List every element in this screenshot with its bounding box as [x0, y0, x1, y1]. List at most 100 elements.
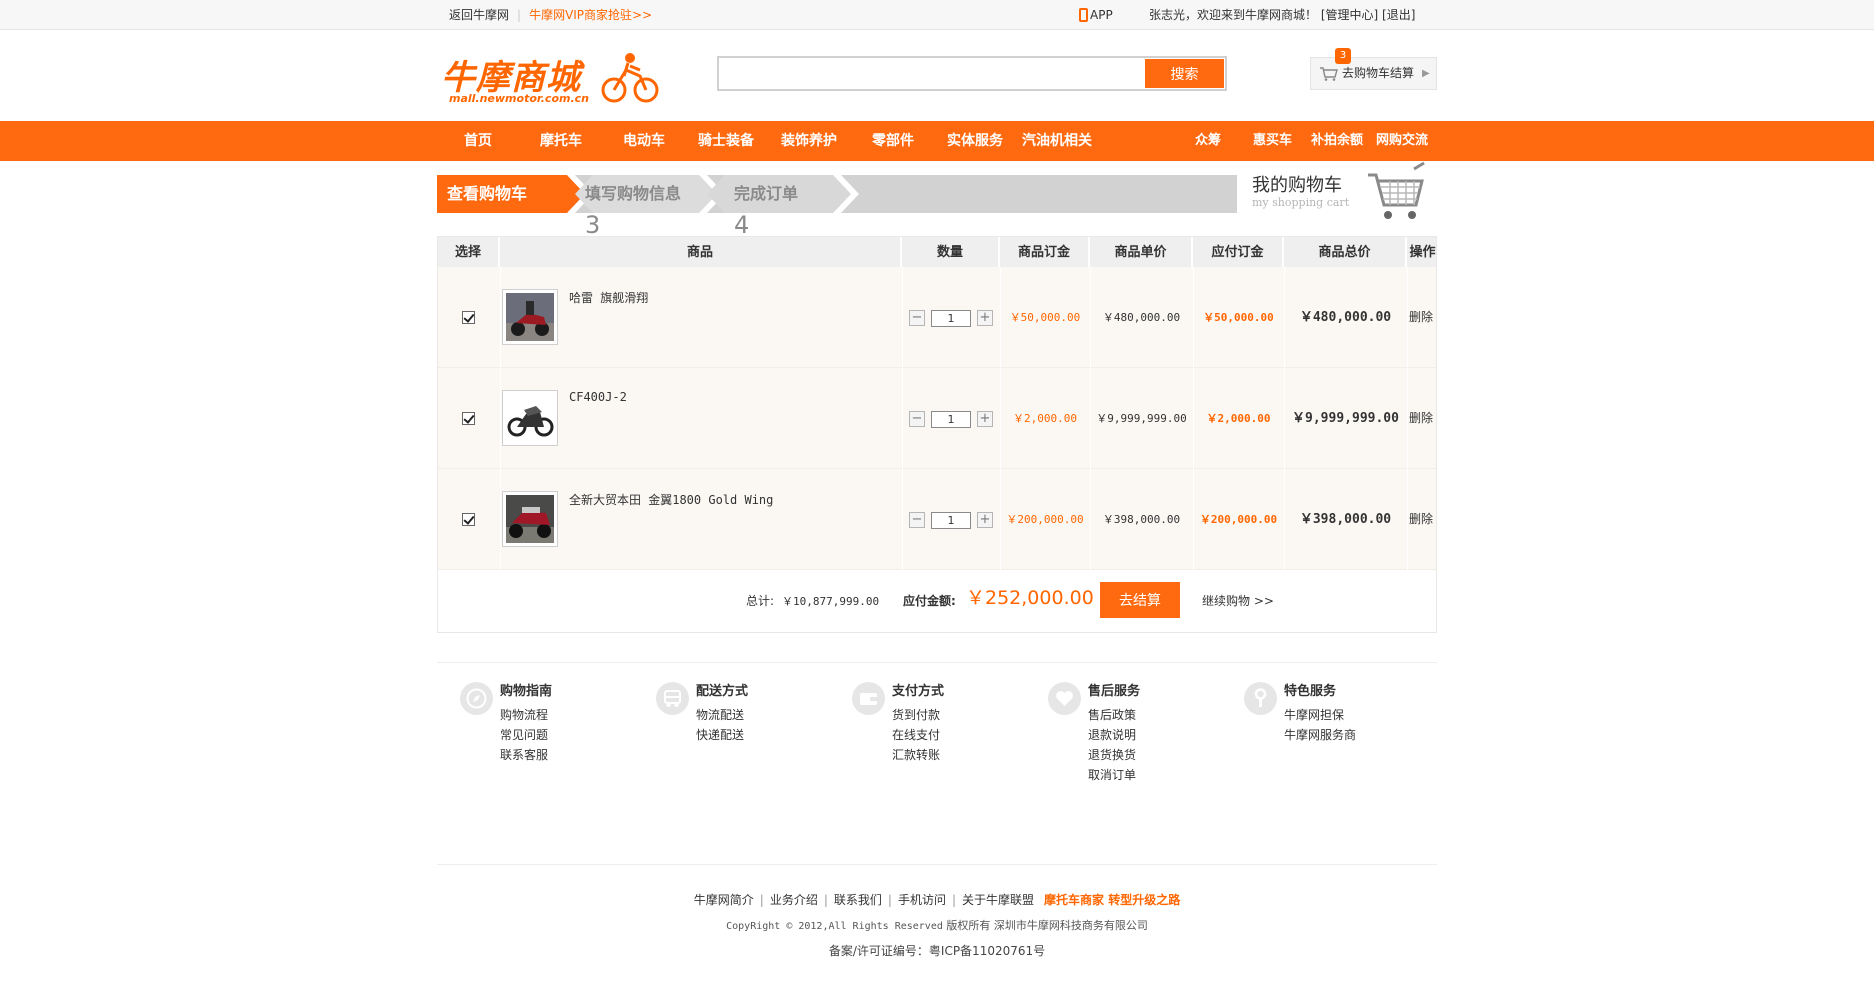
help-title: 购物指南: [500, 684, 553, 699]
increase-qty-button[interactable]: +: [977, 512, 993, 528]
logo-domain: mall.newmotor.com.cn: [449, 92, 589, 105]
help-link[interactable]: 牛摩网担保: [1284, 706, 1344, 723]
wallet-icon: [852, 682, 885, 715]
col-quantity: 数量: [902, 237, 1000, 268]
select-checkbox[interactable]: [462, 513, 475, 526]
total-amount: 总计: ￥10,877,999.00: [746, 594, 880, 608]
search-box: 搜索: [717, 56, 1227, 91]
help-link[interactable]: 牛摩网服务商: [1284, 726, 1356, 743]
footer-link-business[interactable]: 业务介绍: [770, 893, 818, 907]
product-thumbnail[interactable]: [502, 491, 558, 547]
footer-link-contact[interactable]: 联系我们: [834, 893, 882, 907]
cart-table: 选择 商品 数量 商品订金 商品单价 应付订金 商品总价 操作 哈雷 旗舰滑翔 …: [437, 236, 1437, 633]
continue-shopping-link[interactable]: 继续购物 >>: [1202, 592, 1274, 609]
divider: [437, 864, 1437, 865]
nav-item-decoration[interactable]: 装饰养护: [781, 121, 837, 161]
quantity-stepper: − 1 +: [909, 310, 994, 327]
divider: [437, 662, 1437, 663]
increase-qty-button[interactable]: +: [977, 411, 993, 427]
help-title: 特色服务: [1284, 684, 1337, 699]
decrease-qty-button[interactable]: −: [909, 411, 925, 427]
icp-license: 备案/许可证编号：粤ICP备11020761号: [828, 944, 1046, 958]
top-bar: 返回牛摩网 | 牛摩网VIP商家抢驻>> APP 张志光，欢迎来到牛摩网商城！ [管…: [0, 0, 1874, 30]
footer-link-mobile[interactable]: 手机访问: [898, 893, 946, 907]
app-link[interactable]: APP: [1079, 0, 1113, 30]
checkout-button[interactable]: 去结算: [1100, 582, 1180, 618]
delete-link[interactable]: 删除: [1409, 267, 1433, 368]
table-row: 全新大贸本田 金翼1800 Gold Wing − 1 + ￥200,000.0…: [438, 469, 1436, 570]
pay-deposit-value: ￥2,000.00: [1206, 412, 1271, 425]
footer-highlight-link[interactable]: 摩托车商家 转型升级之路: [1044, 893, 1180, 907]
delete-link[interactable]: 删除: [1409, 368, 1433, 469]
site-logo[interactable]: 牛摩商城 mall.newmotor.com.cn: [437, 46, 659, 108]
search-button[interactable]: 搜索: [1145, 59, 1224, 88]
nav-item-ebike[interactable]: 电动车: [623, 121, 665, 161]
help-link[interactable]: 快递配送: [696, 726, 744, 743]
help-title: 售后服务: [1088, 684, 1141, 699]
help-link[interactable]: 退货换货: [1088, 746, 1136, 763]
nav-item-parts[interactable]: 零部件: [872, 121, 914, 161]
go-to-cart-button[interactable]: 3 去购物车结算 ▶: [1310, 48, 1437, 90]
select-checkbox[interactable]: [462, 311, 475, 324]
pay-deposit-value: ￥200,000.00: [1199, 513, 1278, 526]
quantity-input[interactable]: 1: [931, 310, 971, 327]
nav-item-services[interactable]: 实体服务: [947, 121, 1003, 161]
help-link[interactable]: 汇款转账: [892, 746, 940, 763]
total-price-value: ￥9,999,999.00: [1292, 411, 1399, 426]
nav-item-rider-gear[interactable]: 骑士装备: [698, 121, 754, 161]
col-unit-price: 商品单价: [1090, 237, 1193, 268]
heart-icon: [1048, 682, 1081, 715]
nav-item-crowdfunding[interactable]: 众筹: [1195, 121, 1221, 161]
footer-link-alliance[interactable]: 关于牛摩联盟: [962, 893, 1034, 907]
col-pay-deposit: 应付订金: [1193, 237, 1284, 268]
wrench-icon: [1244, 682, 1277, 715]
quantity-input[interactable]: 1: [931, 411, 971, 428]
help-link[interactable]: 售后政策: [1088, 706, 1136, 723]
help-link[interactable]: 购物流程: [500, 706, 548, 723]
logout-link[interactable]: [退出]: [1382, 8, 1415, 22]
product-name[interactable]: CF400J-2: [569, 390, 627, 404]
payable-label: 应付金额:: [903, 594, 956, 608]
nav-item-engine[interactable]: 汽油机相关: [1022, 121, 1092, 161]
nav-item-buy-car[interactable]: 惠买车: [1253, 121, 1292, 161]
help-link[interactable]: 常见问题: [500, 726, 548, 743]
help-link[interactable]: 在线支付: [892, 726, 940, 743]
deposit-value: ￥2,000.00: [1013, 412, 1077, 425]
quantity-input[interactable]: 1: [931, 512, 971, 529]
search-input[interactable]: [719, 58, 1146, 89]
chevron-right-icon: ▶: [1422, 68, 1430, 79]
table-row: 哈雷 旗舰滑翔 − 1 + ￥50,000.00 ￥480,000.00 ￥50…: [438, 267, 1436, 368]
my-cart-title: 我的购物车 my shopping cart: [1252, 175, 1350, 209]
decrease-qty-button[interactable]: −: [909, 512, 925, 528]
quantity-stepper: − 1 +: [909, 512, 994, 529]
help-link[interactable]: 联系客服: [500, 746, 548, 763]
nav-item-home[interactable]: 首页: [464, 121, 492, 161]
product-thumbnail[interactable]: [502, 289, 558, 345]
steps-background: [437, 175, 1237, 213]
product-thumbnail[interactable]: [502, 390, 558, 446]
col-deposit: 商品订金: [1000, 237, 1090, 268]
step-fill-info: 3 填写购物信息: [585, 184, 682, 239]
select-checkbox[interactable]: [462, 412, 475, 425]
help-link[interactable]: 货到付款: [892, 706, 940, 723]
product-name[interactable]: 全新大贸本田 金翼1800 Gold Wing: [569, 491, 773, 508]
help-link[interactable]: 物流配送: [696, 706, 744, 723]
motorcycle-image: [506, 495, 554, 543]
delete-link[interactable]: 删除: [1409, 469, 1433, 570]
footer-link-about[interactable]: 牛摩网简介: [694, 893, 754, 907]
increase-qty-button[interactable]: +: [977, 310, 993, 326]
user-area: 张志光，欢迎来到牛摩网商城！ [管理中心] [退出]: [1149, 0, 1415, 30]
quantity-stepper: − 1 +: [909, 411, 994, 428]
unit-price-value: ￥398,000.00: [1102, 513, 1181, 526]
product-name[interactable]: 哈雷 旗舰滑翔: [569, 289, 648, 306]
bike-rider-icon: [601, 53, 659, 103]
manage-center-link[interactable]: [管理中心]: [1321, 8, 1378, 22]
help-link[interactable]: 取消订单: [1088, 766, 1136, 783]
decrease-qty-button[interactable]: −: [909, 310, 925, 326]
nav-item-balance[interactable]: 补拍余额: [1311, 121, 1363, 161]
nav-item-motorcycle[interactable]: 摩托车: [540, 121, 582, 161]
help-link[interactable]: 退款说明: [1088, 726, 1136, 743]
nav-item-forum[interactable]: 网购交流: [1376, 121, 1428, 161]
back-home-link[interactable]: 返回牛摩网: [449, 8, 509, 22]
vip-merchant-link[interactable]: 牛摩网VIP商家抢驻>>: [529, 8, 652, 22]
